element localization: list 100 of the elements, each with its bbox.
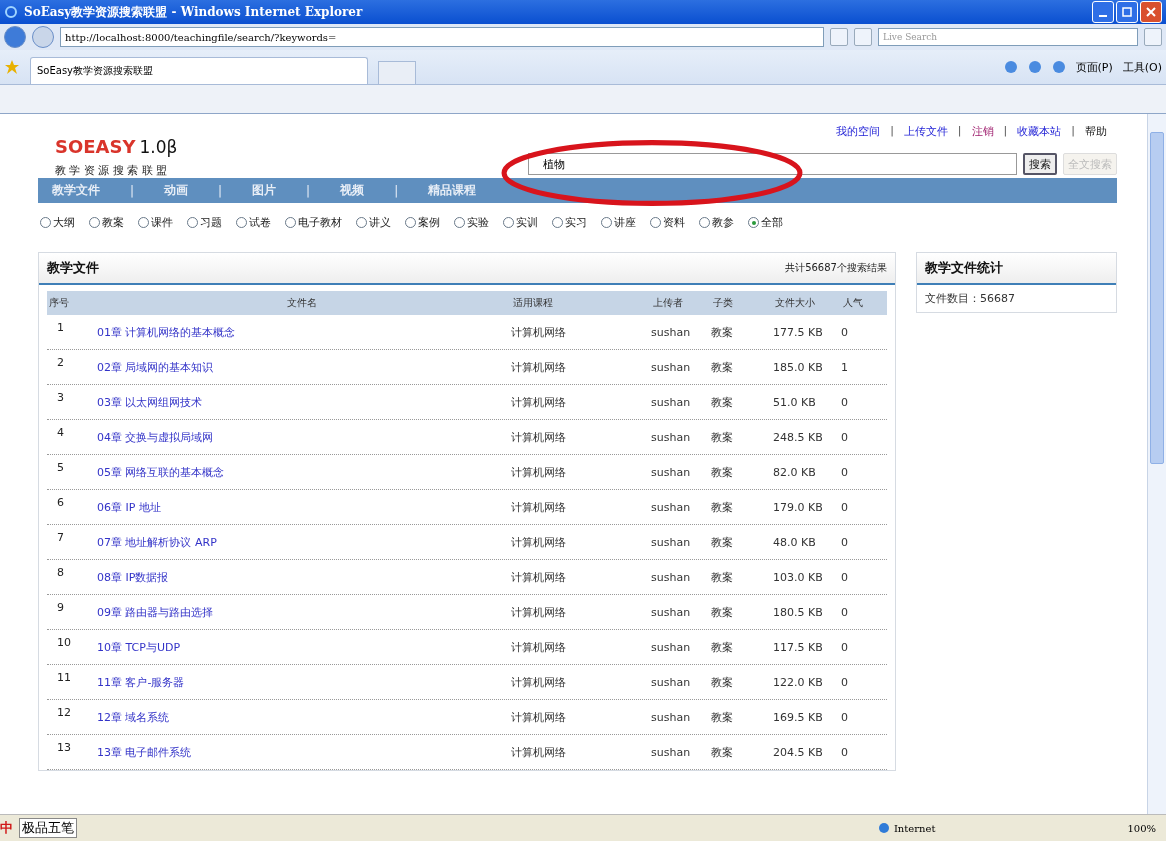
file-link[interactable]: 01章 计算机网络的基本概念 xyxy=(91,325,236,339)
search-field[interactable]: 植物 xyxy=(528,153,1017,175)
file-link[interactable]: 04章 交换与虚拟局域网 xyxy=(91,430,214,444)
filter-radio[interactable]: 讲座 xyxy=(601,215,636,230)
filter-radio[interactable]: 实训 xyxy=(503,215,538,230)
filter-radio[interactable]: 习题 xyxy=(187,215,222,230)
table-cell-text: sushan xyxy=(651,570,692,584)
ime-indicator[interactable]: 中 xyxy=(0,819,13,837)
row-number: 1 xyxy=(56,320,65,334)
table-cell-text: sushan xyxy=(651,395,692,409)
filter-radio[interactable]: 电子教材 xyxy=(285,215,342,230)
table-cell-text: sushan xyxy=(651,605,692,619)
table-cell-text: 177.5 KB xyxy=(773,325,824,339)
refresh-button[interactable] xyxy=(830,28,848,46)
table-cell-text: 82.0 KB xyxy=(773,465,817,479)
table-cell-text: 0 xyxy=(841,605,849,619)
star-icon[interactable] xyxy=(4,59,20,75)
file-link[interactable]: 11章 客户-服务器 xyxy=(91,675,185,689)
filter-radio[interactable]: 试卷 xyxy=(236,215,271,230)
column-header: 文件大小 xyxy=(774,296,816,310)
link-separator: | xyxy=(1003,124,1008,139)
tools-menu[interactable]: 工具(O) xyxy=(1122,59,1162,75)
filter-radio[interactable]: 资料 xyxy=(650,215,685,230)
search-button[interactable] xyxy=(1144,28,1162,46)
table-cell-text: sushan xyxy=(651,430,692,444)
file-link[interactable]: 08章 IP数据报 xyxy=(91,570,169,584)
table-cell-text: 教案 xyxy=(711,429,734,445)
filter-radio[interactable]: 全部 xyxy=(748,215,783,230)
ime-name[interactable]: 极品五笔 xyxy=(19,818,77,838)
file-link[interactable]: 07章 地址解析协议 ARP xyxy=(91,535,217,549)
table-cell-text: 180.5 KB xyxy=(773,605,824,619)
filter-radio[interactable]: 大纲 xyxy=(40,215,75,230)
scrollbar[interactable] xyxy=(1147,114,1166,814)
filter-radio[interactable]: 教案 xyxy=(89,215,124,230)
top-link[interactable]: 注销 xyxy=(971,124,994,139)
table-cell-text: 51.0 KB xyxy=(773,395,817,409)
file-link[interactable]: 05章 网络互联的基本概念 xyxy=(91,465,225,479)
page-menu[interactable]: 页面(P) xyxy=(1075,59,1113,75)
top-link[interactable]: 我的空间 xyxy=(836,124,881,139)
table-cell-text: 204.5 KB xyxy=(773,745,824,759)
table-cell-text: sushan xyxy=(651,745,692,759)
file-link[interactable]: 09章 路由器与路由选择 xyxy=(91,605,214,619)
table-cell-text: 教案 xyxy=(711,324,734,340)
table-cell-text: sushan xyxy=(651,640,692,654)
stop-button[interactable] xyxy=(854,28,872,46)
filter-radio[interactable]: 实习 xyxy=(552,215,587,230)
browser-tab[interactable]: SoEasy教学资源搜索联盟 xyxy=(30,57,368,84)
row-number: 12 xyxy=(56,705,72,719)
row-number: 5 xyxy=(56,460,65,474)
row-number: 4 xyxy=(56,425,65,439)
filter-radio[interactable]: 实验 xyxy=(454,215,489,230)
filter-radio[interactable]: 课件 xyxy=(138,215,173,230)
file-link[interactable]: 02章 局域网的基本知识 xyxy=(91,360,214,374)
table-cell-text: 计算机网络 xyxy=(511,639,567,655)
link-separator: | xyxy=(957,124,962,139)
table-cell-text: 0 xyxy=(841,500,849,514)
table-cell-text: 教案 xyxy=(711,534,734,550)
file-link[interactable]: 03章 以太网组网技术 xyxy=(91,395,203,409)
table-cell-text: 0 xyxy=(841,675,849,689)
table-cell-text: 计算机网络 xyxy=(511,394,567,410)
zoom-level[interactable]: 100% xyxy=(1127,822,1156,834)
file-link[interactable]: 12章 域名系统 xyxy=(91,710,170,724)
table-cell-text: 计算机网络 xyxy=(511,429,567,445)
search-field[interactable]: Live Search xyxy=(878,28,1138,46)
table-cell-text: 计算机网络 xyxy=(511,324,567,340)
table-cell-text: 0 xyxy=(841,325,849,339)
table-cell-text: 计算机网络 xyxy=(511,604,567,620)
top-link[interactable]: 上传文件 xyxy=(903,124,948,139)
row-number: 7 xyxy=(56,530,65,544)
column-header: 适用课程 xyxy=(512,296,554,310)
forward-button[interactable] xyxy=(32,26,54,48)
filter-radio[interactable]: 教参 xyxy=(699,215,734,230)
file-link[interactable]: 06章 IP 地址 xyxy=(91,500,161,514)
maximize-button[interactable] xyxy=(1116,1,1138,23)
file-link[interactable]: 13章 电子邮件系统 xyxy=(91,745,192,759)
nav-separator: | xyxy=(306,183,311,198)
nav-separator: | xyxy=(394,183,399,198)
table-cell-text: 0 xyxy=(841,465,849,479)
table-cell-text: 248.5 KB xyxy=(773,430,824,444)
filter-radio[interactable]: 案例 xyxy=(405,215,440,230)
top-link[interactable]: 收藏本站 xyxy=(1017,124,1062,139)
back-button[interactable] xyxy=(4,26,26,48)
table-cell-text: sushan xyxy=(651,360,692,374)
search-button[interactable]: 搜索 xyxy=(1023,153,1057,175)
minimize-button[interactable] xyxy=(1092,1,1114,23)
table-cell-text: 169.5 KB xyxy=(773,710,824,724)
table-cell-text: 0 xyxy=(841,640,849,654)
new-tab-button[interactable] xyxy=(378,61,416,84)
row-number: 10 xyxy=(56,635,72,649)
link-separator: | xyxy=(890,124,894,139)
table-cell-text: 1 xyxy=(841,360,849,374)
filter-radio[interactable]: 讲义 xyxy=(356,215,391,230)
row-number: 11 xyxy=(56,670,72,684)
address-field[interactable]: http://localhost:8000/teachingfile/search/?keywords= xyxy=(60,27,824,47)
close-button[interactable] xyxy=(1140,1,1162,23)
file-link[interactable]: 10章 TCP与UDP xyxy=(91,640,181,654)
version-label: 1.0β xyxy=(139,137,178,157)
top-link[interactable]: 帮助 xyxy=(1085,124,1107,139)
result-count: 共计56687个搜索结果 xyxy=(785,261,887,275)
table-cell-text: sushan xyxy=(651,500,692,514)
